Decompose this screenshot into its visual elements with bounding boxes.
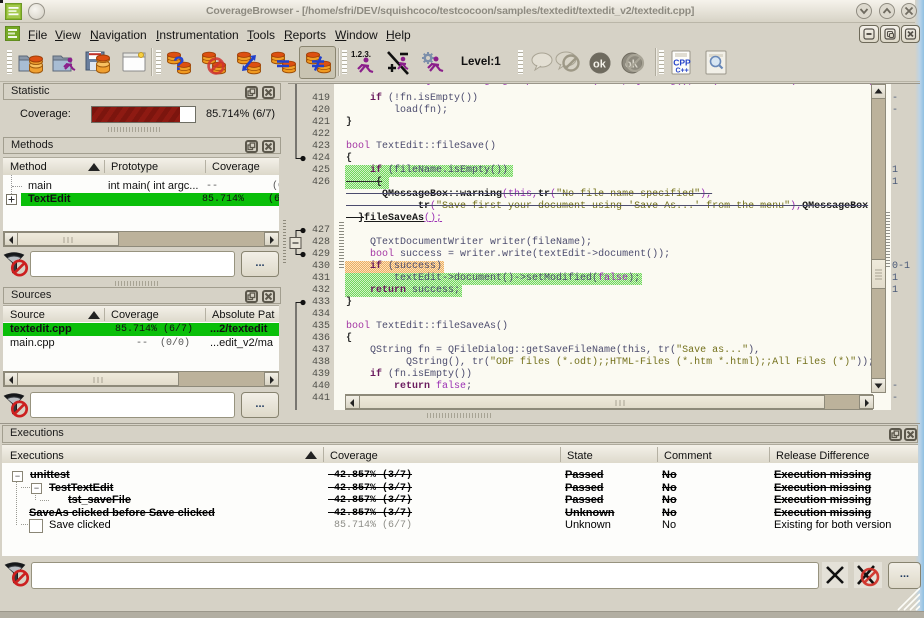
svg-text:CPP: CPP xyxy=(673,58,691,68)
svg-text:C++: C++ xyxy=(676,68,689,75)
svg-text:ok: ok xyxy=(593,59,607,71)
svg-text:?: ? xyxy=(173,54,185,75)
